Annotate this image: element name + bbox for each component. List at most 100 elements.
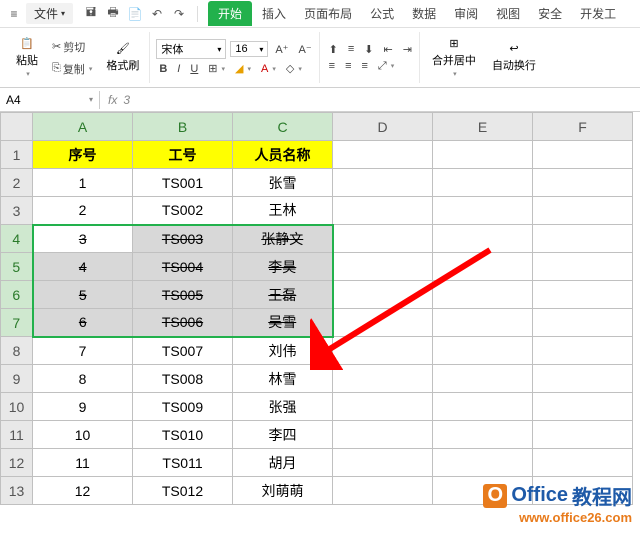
font-name-select[interactable]: 宋体▾ bbox=[156, 39, 226, 59]
cell[interactable] bbox=[333, 449, 433, 477]
cell[interactable] bbox=[333, 337, 433, 365]
cell[interactable]: 12 bbox=[33, 477, 133, 505]
cell[interactable] bbox=[433, 309, 533, 337]
cell[interactable]: 6 bbox=[33, 309, 133, 337]
cell[interactable] bbox=[333, 365, 433, 393]
cell[interactable]: 李昊 bbox=[233, 253, 333, 281]
cell[interactable]: 人员名称 bbox=[233, 141, 333, 169]
decrease-font-icon[interactable]: A⁻ bbox=[295, 42, 314, 57]
format-painter-button[interactable]: 🖌 格式刷 bbox=[100, 40, 145, 75]
row-header[interactable]: 9 bbox=[1, 365, 33, 393]
cell[interactable] bbox=[533, 365, 633, 393]
cell[interactable]: 8 bbox=[33, 365, 133, 393]
cell[interactable]: 林雪 bbox=[233, 365, 333, 393]
cell[interactable]: 3 bbox=[33, 225, 133, 253]
align-left-icon[interactable]: ≡ bbox=[326, 59, 338, 73]
italic-button[interactable]: I bbox=[174, 62, 183, 76]
row-header[interactable]: 2 bbox=[1, 169, 33, 197]
row-header[interactable]: 12 bbox=[1, 449, 33, 477]
cell[interactable] bbox=[433, 253, 533, 281]
col-header-E[interactable]: E bbox=[433, 113, 533, 141]
cell[interactable]: 4 bbox=[33, 253, 133, 281]
cell[interactable]: 5 bbox=[33, 281, 133, 309]
cell[interactable]: 胡月 bbox=[233, 449, 333, 477]
cell[interactable] bbox=[533, 309, 633, 337]
redo-icon[interactable]: ↷ bbox=[171, 6, 187, 22]
tab-formulas[interactable]: 公式 bbox=[362, 1, 402, 26]
cell[interactable] bbox=[533, 169, 633, 197]
tab-page-layout[interactable]: 页面布局 bbox=[296, 1, 360, 26]
cell[interactable]: TS004 bbox=[133, 253, 233, 281]
align-top-icon[interactable]: ⬆ bbox=[326, 42, 341, 57]
cell[interactable]: 王磊 bbox=[233, 281, 333, 309]
tab-security[interactable]: 安全 bbox=[530, 1, 570, 26]
cell[interactable]: 1 bbox=[33, 169, 133, 197]
col-header-D[interactable]: D bbox=[333, 113, 433, 141]
font-size-select[interactable]: 16▾ bbox=[230, 41, 268, 57]
cell[interactable] bbox=[333, 421, 433, 449]
underline-button[interactable]: U bbox=[187, 62, 201, 76]
print-icon[interactable]: 🖶 bbox=[105, 6, 121, 22]
cell[interactable]: 2 bbox=[33, 197, 133, 225]
orientation-icon[interactable]: ⤢ bbox=[375, 59, 397, 74]
row-header[interactable]: 1 bbox=[1, 141, 33, 169]
cell[interactable] bbox=[433, 169, 533, 197]
increase-font-icon[interactable]: A⁺ bbox=[272, 42, 291, 57]
align-center-icon[interactable]: ≡ bbox=[342, 59, 354, 73]
col-header-F[interactable]: F bbox=[533, 113, 633, 141]
cell[interactable] bbox=[433, 365, 533, 393]
undo-icon[interactable]: ↶ bbox=[149, 6, 165, 22]
cell[interactable]: TS002 bbox=[133, 197, 233, 225]
cell[interactable]: TS003 bbox=[133, 225, 233, 253]
cell[interactable]: 吴雪 bbox=[233, 309, 333, 337]
cell[interactable] bbox=[533, 197, 633, 225]
align-middle-icon[interactable]: ≡ bbox=[345, 42, 357, 56]
cell[interactable] bbox=[533, 421, 633, 449]
cell[interactable]: TS011 bbox=[133, 449, 233, 477]
cell[interactable]: 序号 bbox=[33, 141, 133, 169]
tab-view[interactable]: 视图 bbox=[488, 1, 528, 26]
fx-icon[interactable]: fx bbox=[108, 93, 117, 107]
cell[interactable] bbox=[433, 393, 533, 421]
cell[interactable]: TS009 bbox=[133, 393, 233, 421]
cell[interactable]: 工号 bbox=[133, 141, 233, 169]
menu-icon[interactable]: ≡ bbox=[6, 6, 22, 22]
col-header-A[interactable]: A bbox=[33, 113, 133, 141]
tab-data[interactable]: 数据 bbox=[404, 1, 444, 26]
cell[interactable] bbox=[333, 225, 433, 253]
row-header[interactable]: 6 bbox=[1, 281, 33, 309]
cell[interactable]: 11 bbox=[33, 449, 133, 477]
cell[interactable] bbox=[433, 141, 533, 169]
cell[interactable]: 10 bbox=[33, 421, 133, 449]
cell[interactable]: 王林 bbox=[233, 197, 333, 225]
cell[interactable] bbox=[433, 281, 533, 309]
cell[interactable] bbox=[333, 169, 433, 197]
align-bottom-icon[interactable]: ⬇ bbox=[361, 42, 376, 57]
cell[interactable]: 刘萌萌 bbox=[233, 477, 333, 505]
cell[interactable] bbox=[333, 393, 433, 421]
cell[interactable] bbox=[533, 449, 633, 477]
cell[interactable] bbox=[533, 253, 633, 281]
preview-icon[interactable]: 📄 bbox=[127, 6, 143, 22]
cell[interactable]: TS012 bbox=[133, 477, 233, 505]
cell[interactable]: TS006 bbox=[133, 309, 233, 337]
grid[interactable]: A B C D E F 1 序号 工号 人员名称 21TS001张雪32TS00… bbox=[0, 112, 633, 505]
cell[interactable] bbox=[333, 281, 433, 309]
cell[interactable] bbox=[333, 197, 433, 225]
cell[interactable] bbox=[433, 421, 533, 449]
font-color-button[interactable]: A bbox=[258, 62, 279, 76]
copy-button[interactable]: ⎘ 复制 bbox=[48, 59, 96, 79]
row-header[interactable]: 11 bbox=[1, 421, 33, 449]
cell[interactable] bbox=[333, 309, 433, 337]
merge-center-button[interactable]: ⊞ 合并居中 bbox=[426, 35, 482, 80]
tab-developer[interactable]: 开发工 bbox=[572, 1, 624, 26]
cell[interactable] bbox=[533, 393, 633, 421]
select-all-corner[interactable] bbox=[1, 113, 33, 141]
row-header[interactable]: 13 bbox=[1, 477, 33, 505]
cell[interactable] bbox=[533, 281, 633, 309]
formula-bar[interactable]: 3 bbox=[123, 93, 130, 107]
cell[interactable]: TS008 bbox=[133, 365, 233, 393]
cell[interactable] bbox=[333, 141, 433, 169]
cell[interactable] bbox=[333, 477, 433, 505]
row-header[interactable]: 5 bbox=[1, 253, 33, 281]
